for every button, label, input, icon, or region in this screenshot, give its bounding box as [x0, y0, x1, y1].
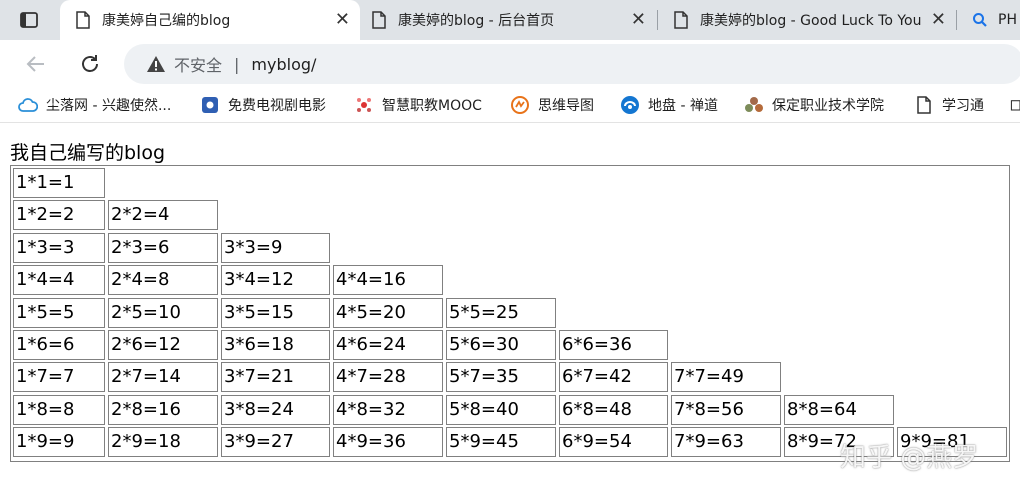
table-cell: 3*6=18 [221, 330, 330, 360]
table-cell: 1*5=5 [13, 298, 105, 328]
table-cell: 2*5=10 [108, 298, 218, 328]
table-cell: 3*9=27 [221, 427, 330, 457]
mindmap-icon [510, 95, 530, 115]
tab-title: 康美婷的blog - 后台首页 [398, 13, 555, 29]
table-cell: 2*3=6 [108, 233, 218, 263]
bookmark-item[interactable]: 思维导图 [510, 94, 594, 116]
table-cell: 2*2=4 [108, 200, 218, 230]
search-icon [973, 13, 987, 27]
table-cell: 1*9=9 [13, 427, 105, 457]
bookmark-item[interactable]: 保定职业技术学院 [744, 94, 884, 116]
tab-title: 康美婷自己编的blog [102, 13, 231, 29]
address-bar[interactable]: 不安全 | myblog/ [124, 44, 1020, 84]
document-icon [674, 11, 688, 29]
back-button[interactable] [22, 50, 50, 78]
table-cell: 1*7=7 [13, 362, 105, 392]
table-cell: 7*8=56 [671, 395, 781, 425]
reload-icon [82, 55, 98, 72]
tab-title: PH [998, 12, 1017, 28]
bookmarks-bar: 尘落网 - 兴趣使然... 免费电视剧电影 智慧职教MOOC 思维导图 地盘 -… [0, 88, 1020, 122]
bookmark-label: 学习通 [942, 98, 984, 114]
bookmark-item[interactable]: 尘落网 - 兴趣使然... [18, 94, 171, 116]
sidebar-layout-icon [20, 12, 38, 28]
table-cell: 2*7=14 [108, 362, 218, 392]
tab-title: 康美婷的blog - Good Luck To You [700, 13, 922, 29]
table-cell: 1*8=8 [13, 395, 105, 425]
address-separator: | [234, 54, 240, 74]
table-cell: 3*5=15 [221, 298, 330, 328]
watermark: 知乎 @燕罗 [840, 443, 979, 473]
bookmark-folder[interactable] [1010, 94, 1020, 116]
table-cell: 3*4=12 [221, 265, 330, 295]
bookmark-label: 思维导图 [538, 98, 594, 114]
table-cell: 6*8=48 [559, 395, 668, 425]
table-cell: 4*5=20 [333, 298, 443, 328]
table-cell: 2*8=16 [108, 395, 218, 425]
bookmark-label: 保定职业技术学院 [772, 98, 884, 114]
table-cell: 6*6=36 [559, 330, 668, 360]
table-cell: 2*4=8 [108, 265, 218, 295]
tab-strip: 康美婷自己编的blog ✕ 康美婷的blog - 后台首页 ✕ 康美婷的blog… [0, 0, 1020, 40]
bookmark-item[interactable]: 免费电视剧电影 [200, 94, 326, 116]
table-cell: 3*8=24 [221, 395, 330, 425]
close-icon[interactable]: ✕ [335, 11, 350, 29]
document-icon [914, 95, 934, 115]
tab-separator [956, 10, 957, 30]
warning-icon[interactable] [146, 55, 166, 73]
table-cell: 5*7=35 [446, 362, 556, 392]
table-cell: 1*3=3 [13, 233, 105, 263]
tv-icon [200, 95, 220, 115]
table-cell: 6*9=54 [559, 427, 668, 457]
table-cell: 7*9=63 [671, 427, 781, 457]
cloud-icon [18, 95, 38, 115]
bookmark-label: 免费电视剧电影 [228, 98, 326, 114]
bookmark-item[interactable]: 智慧职教MOOC [354, 94, 482, 116]
tab-admin[interactable]: 康美婷的blog - 后台首页 ✕ [356, 0, 656, 40]
bookmark-label: 地盘 - 禅道 [648, 98, 718, 114]
tab-php[interactable]: PH [960, 0, 1020, 40]
close-icon[interactable]: ✕ [631, 11, 646, 29]
bookmark-label: 尘落网 - 兴趣使然... [46, 98, 172, 114]
toolbar-divider [0, 122, 1020, 123]
tab-good-luck[interactable]: 康美婷的blog - Good Luck To You ✕ [658, 0, 956, 40]
table-cell: 3*3=9 [221, 233, 330, 263]
table-cell: 6*7=42 [559, 362, 668, 392]
mooc-icon [354, 95, 374, 115]
bookmark-item[interactable]: 地盘 - 禅道 [620, 94, 718, 116]
document-icon [76, 11, 90, 29]
table-cell: 2*9=18 [108, 427, 218, 457]
table-cell: 1*6=6 [13, 330, 105, 360]
table-cell: 4*4=16 [333, 265, 443, 295]
table-cell: 4*8=32 [333, 395, 443, 425]
folder-icon [1010, 100, 1020, 111]
arrow-left-icon [26, 56, 44, 72]
school-icon [744, 95, 764, 115]
close-icon[interactable]: ✕ [931, 11, 946, 29]
table-cell: 2*6=12 [108, 330, 218, 360]
tab-actions-button[interactable] [6, 4, 52, 36]
bookmark-item[interactable]: 学习通 [914, 94, 984, 116]
table-cell: 5*6=30 [446, 330, 556, 360]
zentao-icon [620, 95, 640, 115]
reload-button[interactable] [76, 50, 104, 78]
table-cell: 4*6=24 [333, 330, 443, 360]
url-text[interactable]: myblog/ [251, 55, 316, 74]
table-cell: 3*7=21 [221, 362, 330, 392]
table-cell: 7*7=49 [671, 362, 781, 392]
table-cell: 1*2=2 [13, 200, 105, 230]
security-status[interactable]: 不安全 [174, 52, 222, 76]
document-icon [372, 11, 386, 29]
table-cell: 4*9=36 [333, 427, 443, 457]
table-cell: 4*7=28 [333, 362, 443, 392]
bookmark-label: 智慧职教MOOC [382, 98, 482, 114]
table-cell: 5*5=25 [446, 298, 556, 328]
tab-active[interactable]: 康美婷自己编的blog ✕ [60, 0, 360, 40]
table-cell: 1*1=1 [13, 168, 105, 198]
table-cell: 1*4=4 [13, 265, 105, 295]
table-cell: 5*8=40 [446, 395, 556, 425]
page-heading: 我自己编写的blog [10, 142, 166, 164]
table-cell: 5*9=45 [446, 427, 556, 457]
browser-toolbar: 不安全 | myblog/ [0, 40, 1020, 88]
table-cell: 8*8=64 [784, 395, 894, 425]
